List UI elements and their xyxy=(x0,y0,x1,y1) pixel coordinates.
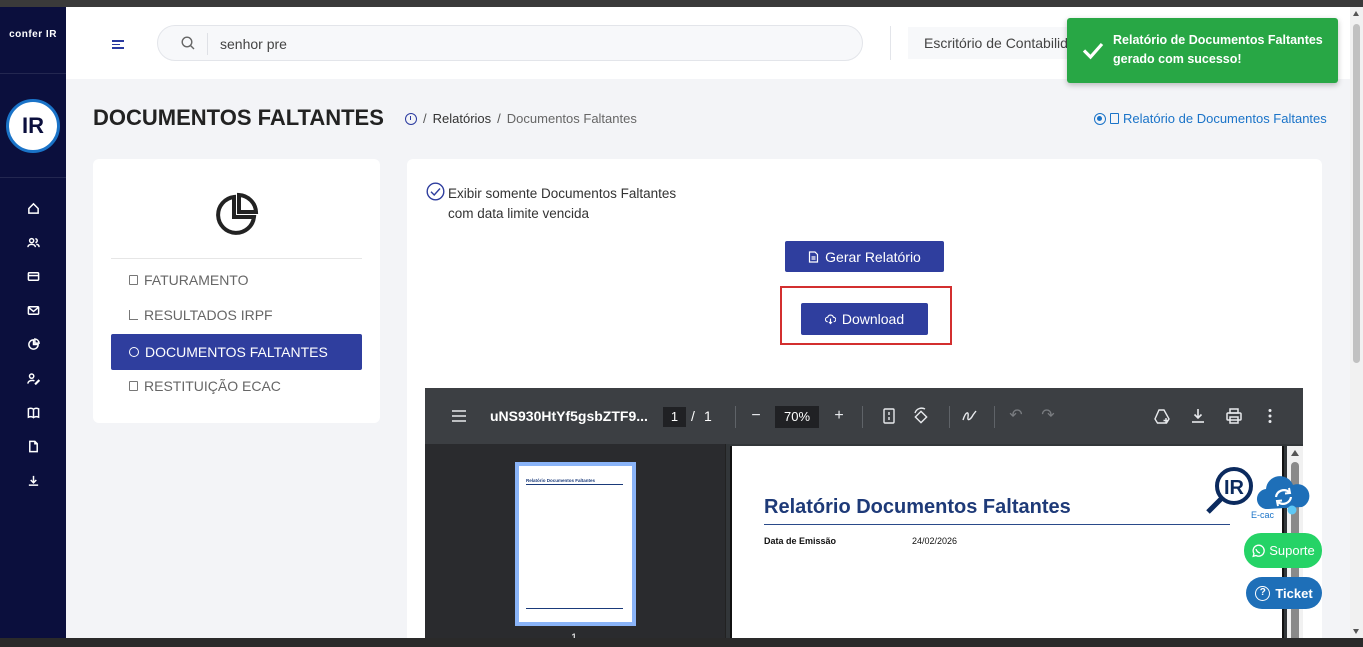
user-edit-icon[interactable] xyxy=(0,361,66,395)
emission-date: 24/02/2026 xyxy=(912,536,958,546)
pdf-page-separator: / xyxy=(691,408,695,424)
radio-icon xyxy=(1094,112,1106,125)
pdf-doc-title: Relatório Documentos Faltantes xyxy=(764,496,1071,518)
home-icon[interactable] xyxy=(0,191,66,225)
pdf-thumbnails-panel: Relatório Documentos Faltantes 1 xyxy=(425,444,726,638)
info-icon[interactable] xyxy=(405,112,417,125)
breadcrumb-relatorios[interactable]: Relatórios xyxy=(433,111,492,126)
sidebar-rail: confer IR IR xyxy=(0,7,66,638)
brand-name: confer IR xyxy=(9,29,57,40)
pdf-toolbar: uNS930HtYf5gsbZTF9... 1 / 1 − 70% + ↶ ↷ xyxy=(425,388,1303,444)
side-item-faturamento[interactable]: FATURAMENTO xyxy=(111,262,362,298)
breadcrumb-current: Documentos Faltantes xyxy=(506,111,637,126)
document-icon xyxy=(1110,113,1119,124)
pdf-total-pages: 1 xyxy=(704,408,712,424)
pdf-filename: uNS930HtYf5gsbZTF9... xyxy=(490,408,648,424)
page-title: DOCUMENTOS FALTANTES xyxy=(93,105,384,130)
card-icon[interactable] xyxy=(0,259,66,293)
window-top-strip xyxy=(0,0,1363,7)
pdf-menu-icon[interactable] xyxy=(451,409,467,423)
brand-logo[interactable]: IR xyxy=(6,99,60,153)
menu-toggle-icon[interactable] xyxy=(112,40,124,50)
generate-report-button[interactable]: Gerar Relatório xyxy=(785,241,944,272)
side-item-restituicao-ecac[interactable]: RESTITUIÇÃO ECAC xyxy=(111,368,362,404)
clock-icon xyxy=(129,347,139,357)
document-icon[interactable] xyxy=(0,429,66,463)
print-icon[interactable] xyxy=(1225,407,1243,425)
success-toast[interactable]: Relatório de Documentos Faltantes gerado… xyxy=(1067,18,1338,83)
page-scrollbar[interactable] xyxy=(1350,7,1363,638)
page-scrollbar-thumb[interactable] xyxy=(1353,24,1360,363)
expired-only-checkbox-label[interactable]: Exibir somente Documentos Faltantes com … xyxy=(448,184,708,224)
line-chart-icon xyxy=(129,310,138,320)
office-selector[interactable]: Escritório de Contabilidade xyxy=(908,27,1068,59)
search-icon xyxy=(181,36,195,50)
ir-magnifier-logo: IR xyxy=(1206,467,1253,514)
breadcrumb: / Relatórios / Documentos Faltantes xyxy=(405,111,637,126)
search-input[interactable] xyxy=(220,34,820,54)
drive-add-icon[interactable] xyxy=(1153,407,1171,425)
download-icon[interactable] xyxy=(0,463,66,497)
pdf-zoom-input[interactable]: 70% xyxy=(775,406,819,428)
side-item-documentos-faltantes[interactable]: DOCUMENTOS FALTANTES xyxy=(111,334,362,370)
pdf-thumbnail[interactable]: Relatório Documentos Faltantes xyxy=(515,462,636,626)
support-button[interactable]: Suporte xyxy=(1244,533,1322,568)
window-bottom-strip xyxy=(0,638,1363,647)
undo-icon[interactable]: ↶ xyxy=(1007,407,1025,425)
document-icon xyxy=(129,275,138,285)
side-item-resultados-irpf[interactable]: RESULTADOS IRPF xyxy=(111,297,362,333)
redo-icon[interactable]: ↷ xyxy=(1039,407,1057,425)
pdf-download-icon[interactable] xyxy=(1189,407,1207,425)
svg-text:IR: IR xyxy=(1224,477,1245,499)
download-button[interactable]: Download xyxy=(801,303,928,335)
cloud-download-icon xyxy=(824,314,836,325)
pdf-page-input[interactable]: 1 xyxy=(663,407,686,427)
help-icon: ? xyxy=(1255,585,1271,601)
ticket-button[interactable]: ? Ticket xyxy=(1246,577,1322,609)
whatsapp-icon xyxy=(1252,544,1266,557)
report-card: Exibir somente Documentos Faltantes com … xyxy=(407,159,1322,638)
emission-label: Data de Emissão xyxy=(764,536,837,546)
mail-icon[interactable] xyxy=(0,293,66,327)
fit-page-icon[interactable] xyxy=(880,407,898,425)
reports-menu-card: FATURAMENTO RESULTADOS IRPF DOCUMENTOS F… xyxy=(93,159,380,423)
zoom-out-icon[interactable]: − xyxy=(747,407,765,425)
report-link-label: Relatório de Documentos Faltantes xyxy=(1123,111,1327,126)
pdf-viewer: uNS930HtYf5gsbZTF9... 1 / 1 − 70% + ↶ ↷ … xyxy=(425,388,1303,638)
more-options-icon[interactable] xyxy=(1261,407,1279,425)
report-link[interactable]: Relatório de Documentos Faltantes xyxy=(1094,111,1327,126)
checkbox-checked-icon[interactable] xyxy=(426,182,445,201)
pdf-page: IR E-cac Relatório Documentos Faltantes … xyxy=(730,446,1284,638)
users-icon[interactable] xyxy=(0,225,66,259)
pie-chart-icon xyxy=(216,192,259,235)
search-box[interactable] xyxy=(157,25,863,61)
sync-cloud-icon[interactable] xyxy=(1256,475,1310,517)
toast-message: Relatório de Documentos Faltantes gerado… xyxy=(1113,33,1323,66)
book-icon[interactable] xyxy=(0,395,66,429)
annotate-icon[interactable] xyxy=(961,407,979,425)
check-icon xyxy=(1082,42,1104,60)
rotate-icon[interactable] xyxy=(912,407,930,425)
money-icon xyxy=(129,381,138,391)
zoom-in-icon[interactable]: + xyxy=(830,407,848,425)
pie-chart-icon[interactable] xyxy=(0,327,66,361)
document-icon xyxy=(809,250,819,263)
